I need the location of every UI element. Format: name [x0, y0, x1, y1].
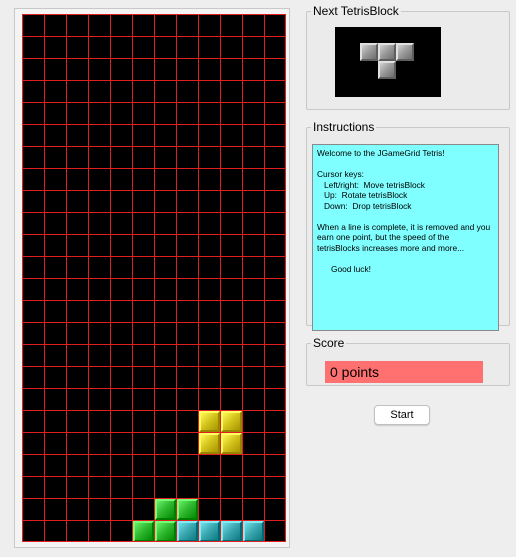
instruction-line: Down: Drop tetrisBlock: [317, 200, 412, 211]
instruction-line: When a line is complete, it is removed a…: [317, 221, 491, 253]
instructions-title: Instructions: [313, 120, 375, 134]
next-block-cell: [360, 43, 378, 61]
next-block-preview: [335, 27, 441, 97]
game-board[interactable]: [22, 14, 286, 542]
instruction-line: Cursor keys:: [317, 169, 365, 179]
instruction-line: Up: Rotate tetrisBlock: [317, 190, 408, 200]
board-grid: [22, 14, 286, 542]
score-title: Score: [313, 336, 345, 350]
instruction-line: [317, 211, 494, 222]
next-block-title: Next TetrisBlock: [313, 4, 399, 18]
instruction-line: Good luck!: [317, 263, 371, 274]
next-block-cell: [396, 43, 414, 61]
instructions-panel: Instructions Welcome to the JGameGrid Te…: [306, 120, 510, 331]
instruction-line: [317, 159, 494, 170]
next-block-panel: Next TetrisBlock: [306, 4, 510, 110]
score-panel: Score 0 points: [306, 336, 510, 386]
next-block-cell: [378, 43, 396, 61]
instruction-line: [317, 253, 494, 264]
score-display: 0 points: [325, 361, 483, 383]
instructions-text: Welcome to the JGameGrid Tetris! Cursor …: [312, 144, 499, 331]
start-button[interactable]: Start: [374, 405, 430, 425]
instruction-line: Welcome to the JGameGrid Tetris!: [317, 148, 445, 158]
instruction-line: Left/right: Move tetrisBlock: [317, 179, 425, 190]
next-block-cell: [378, 61, 396, 79]
